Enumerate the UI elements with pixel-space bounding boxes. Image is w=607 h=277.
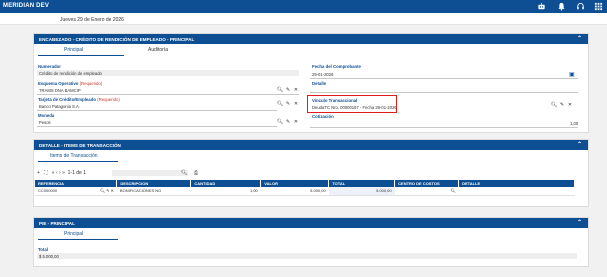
- esquema-label: Esquema Operativo (Requerido): [38, 81, 103, 86]
- detail-card-title: DETALLE - ITEMS DE TRANSACCIÓN: [39, 143, 121, 148]
- detail-card-title-bar: DETALLE - ITEMS DE TRANSACCIÓN ⌃: [34, 140, 588, 150]
- detail-tabs: Items de Transacción: [34, 150, 588, 162]
- esquema-value[interactable]: TRAMS DNA BAMCIP: [39, 88, 81, 93]
- active-tab-underline: [38, 161, 118, 162]
- column-header[interactable]: CANTIDAD: [190, 180, 262, 187]
- date-bar: Jueves 29 de Enero de 2026: [0, 13, 607, 25]
- numerador-value: Crédito de rendición de empleado: [39, 71, 102, 76]
- tab-principal[interactable]: Principal: [64, 231, 83, 237]
- total-value: $ 5.000,00: [39, 254, 59, 259]
- cotizacion-underline: [310, 127, 578, 128]
- clear-icon[interactable]: ✕: [292, 119, 300, 125]
- cell-cantidad[interactable]: 1,00: [190, 187, 261, 196]
- header-card: ENCABEZADO - CRÉDITO DE RENDICIÓN DE EMP…: [33, 33, 589, 133]
- column-header[interactable]: DESCRIPCION: [116, 180, 192, 187]
- edit-icon[interactable]: ✎: [284, 87, 292, 93]
- edit-icon[interactable]: ✎: [284, 119, 292, 125]
- apps-grid-icon[interactable]: [594, 2, 603, 11]
- header-card-title: ENCABEZADO - CRÉDITO DE RENDICIÓN DE EMP…: [39, 37, 195, 42]
- app-title: MERIDIAN DEV: [3, 3, 50, 9]
- items-table: REFERENCIA DESCRIPCION CANTIDAD VALOR TO…: [35, 180, 575, 196]
- collapse-icon[interactable]: ⌃: [577, 35, 582, 42]
- moneda-label: Moneda: [38, 113, 55, 118]
- column-header[interactable]: DETALLE: [458, 180, 575, 187]
- table-row[interactable]: CC000000 🔍︎ ✎ ✕ BONIFICACIONES NG 1,00 5.…: [35, 187, 575, 196]
- grid-search-input[interactable]: [112, 170, 188, 176]
- table-header-row: REFERENCIA DESCRIPCION CANTIDAD VALOR TO…: [35, 180, 575, 187]
- search-icon[interactable]: 🔍︎: [276, 119, 284, 125]
- search-icon[interactable]: 🔍︎: [451, 188, 456, 193]
- footer-card-title: PIE - PRINCIPAL: [39, 221, 75, 226]
- cotizacion-value[interactable]: 1,00: [570, 121, 578, 126]
- collapse-icon[interactable]: ⌃: [577, 141, 582, 148]
- moneda-actions: 🔍︎ ✎ ✕: [276, 119, 300, 125]
- moneda-underline: [37, 126, 277, 127]
- fecha-underline: [310, 78, 578, 79]
- footer-tabs: Principal: [34, 228, 588, 240]
- active-tab-underline: [38, 239, 118, 240]
- bell-icon[interactable]: [557, 2, 566, 11]
- cell-referencia[interactable]: CC000000 🔍︎ ✎ ✕: [35, 187, 117, 196]
- tab-principal[interactable]: Principal: [64, 47, 83, 53]
- clear-icon[interactable]: ✕: [566, 102, 574, 108]
- robot-icon[interactable]: [537, 2, 546, 11]
- footer-card-title-bar: PIE - PRINCIPAL ⌃: [34, 218, 588, 228]
- tarjeta-value[interactable]: Banco Patagonia S.A.: [39, 104, 80, 109]
- tab-items-transaccion[interactable]: Items de Transacción: [50, 153, 98, 159]
- fecha-label: Fecha del Comprobante: [312, 64, 361, 69]
- cell-centro-costos[interactable]: 🔍︎: [394, 187, 459, 196]
- expand-icon[interactable]: ⛶: [44, 170, 48, 176]
- collapse-icon[interactable]: ⌃: [577, 219, 582, 226]
- clear-icon[interactable]: ✕: [292, 101, 300, 107]
- app-header-bar: MERIDIAN DEV: [0, 0, 607, 13]
- active-tab-underline: [38, 55, 124, 56]
- add-icon[interactable]: +: [37, 170, 40, 176]
- column-header[interactable]: TOTAL: [328, 180, 396, 187]
- print-icon[interactable]: ⎙: [194, 170, 198, 176]
- column-header[interactable]: CENTRO DE COSTOS: [394, 180, 460, 187]
- clear-icon[interactable]: ✕: [292, 87, 300, 93]
- search-icon[interactable]: 🔍︎: [550, 102, 558, 108]
- detalle-underline: [310, 92, 578, 93]
- footer-card: PIE - PRINCIPAL ⌃ Principal: [33, 217, 589, 267]
- first-page-icon[interactable]: «: [52, 170, 55, 176]
- cell-detalle[interactable]: [458, 187, 575, 196]
- detalle-label: Detalle: [312, 81, 327, 86]
- tarjeta-label: Tarjeta de Crédito/Empleado (Requerido): [38, 97, 120, 102]
- edit-icon[interactable]: ✎: [284, 101, 292, 107]
- tarjeta-actions: 🔍︎ ✎ ✕: [276, 101, 300, 107]
- search-icon[interactable]: 🔍︎: [181, 170, 187, 176]
- calendar-icon[interactable]: ▣: [569, 71, 575, 78]
- cell-descripcion[interactable]: BONIFICACIONES NG: [116, 187, 191, 196]
- column-header[interactable]: REFERENCIA: [35, 180, 118, 187]
- search-icon[interactable]: 🔍︎: [276, 101, 284, 107]
- header-card-title-bar: ENCABEZADO - CRÉDITO DE RENDICIÓN DE EMP…: [34, 34, 588, 44]
- total-field: [37, 253, 577, 259]
- current-date: Jueves 29 de Enero de 2026: [60, 17, 124, 23]
- row-actions[interactable]: 🔍︎ ✎ ✕: [100, 188, 114, 193]
- column-header[interactable]: VALOR: [260, 180, 330, 187]
- cotizacion-label: Cotización: [312, 114, 334, 119]
- search-icon[interactable]: 🔍︎: [276, 87, 284, 93]
- esquema-actions: 🔍︎ ✎ ✕: [276, 87, 300, 93]
- grid-toolbar: + ⛶ « ‹ › » 1-1 de 1: [37, 170, 86, 176]
- prev-page-icon[interactable]: ‹: [56, 170, 58, 176]
- cell-total[interactable]: 5.000,00: [328, 187, 395, 196]
- next-page-icon[interactable]: ›: [59, 170, 61, 176]
- fecha-value[interactable]: 29-01-2026: [312, 72, 333, 77]
- edit-icon[interactable]: ✎: [558, 102, 566, 108]
- tarjeta-underline: [37, 110, 277, 111]
- headset-icon[interactable]: [576, 2, 585, 11]
- last-page-icon[interactable]: »: [62, 170, 65, 176]
- total-label: Total: [38, 247, 48, 252]
- vinculo-actions: 🔍︎ ✎ ✕: [550, 102, 574, 108]
- numerador-label: Numerador: [38, 64, 61, 69]
- esquema-underline: [37, 94, 299, 95]
- cell-valor[interactable]: 5.000,00: [260, 187, 329, 196]
- vinculo-highlight-box: [307, 95, 397, 113]
- header-tabs: Principal Auditoría: [34, 44, 588, 56]
- tab-auditoria[interactable]: Auditoría: [148, 47, 168, 53]
- moneda-value[interactable]: Pesos: [39, 120, 51, 125]
- page-indicator: 1-1 de 1: [67, 170, 86, 176]
